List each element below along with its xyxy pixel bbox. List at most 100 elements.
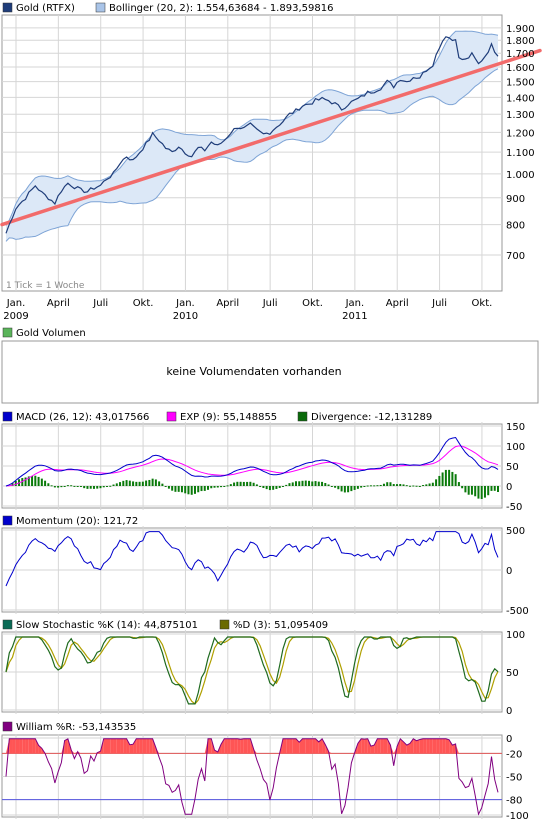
divergence-bar: [145, 481, 147, 486]
divergence-bar: [233, 483, 235, 486]
divergence-bar: [168, 486, 170, 489]
divergence-bar: [99, 486, 101, 488]
legend-swatch-bollinger: [96, 3, 105, 12]
x-tick-label: Jan.: [345, 298, 365, 309]
price-panel: 1 Tick = 1 Woche 1.9001.8001.7001.6001.5…: [2, 15, 540, 322]
divergence-bar: [370, 485, 372, 486]
divergence-bar: [217, 486, 219, 488]
william-panel: William %R: -53,143535 0-20-50-80-100: [2, 722, 529, 822]
overbought-area: [283, 739, 286, 754]
divergence-bar: [90, 486, 92, 489]
divergence-bar: [487, 486, 489, 495]
y-tick-label: 1.700: [506, 49, 535, 60]
divergence-bar: [106, 486, 108, 487]
divergence-bar: [393, 484, 395, 486]
overbought-area: [446, 739, 449, 754]
divergence-bar: [334, 486, 336, 488]
divergence-bar: [497, 486, 499, 492]
divergence-bar: [438, 476, 440, 486]
legend-swatch-william: [3, 722, 12, 731]
legend-macd: MACD (26, 12): 43,017566: [16, 412, 149, 423]
overbought-area: [19, 739, 22, 754]
overbought-area: [244, 739, 247, 754]
divergence-bar: [383, 484, 385, 486]
legend-gold: Gold (RTFX): [16, 3, 75, 14]
divergence-bar: [184, 486, 186, 493]
overbought-area: [381, 739, 384, 754]
momentum-panel: Momentum (20): 121,72 5000-500: [2, 516, 529, 617]
divergence-bar: [442, 472, 444, 486]
overbought-area: [149, 739, 152, 754]
divergence-bar: [298, 481, 300, 486]
divergence-bar: [331, 486, 333, 487]
divergence-bar: [477, 486, 479, 499]
divergence-bar: [403, 484, 405, 486]
divergence-bar: [448, 470, 450, 486]
overbought-area: [439, 739, 442, 754]
x-tick-label: Jan.: [175, 298, 195, 309]
overbought-area: [9, 739, 12, 754]
y-tick-label: 0: [506, 706, 512, 717]
price-y-axis: 1.9001.8001.7001.6001.5001.4001.3001.200…: [506, 24, 535, 262]
divergence-bar: [174, 486, 176, 492]
divergence-bar: [200, 486, 202, 491]
legend-swatch-exp: [167, 412, 176, 421]
legend-swatch-momentum: [3, 516, 12, 525]
divergence-bar: [471, 486, 473, 495]
divergence-bar: [279, 486, 281, 488]
x-tick-year: 2009: [3, 311, 28, 322]
overbought-area: [443, 739, 446, 754]
y-tick-label: 50: [506, 462, 519, 473]
legend-exp: EXP (9): 55,148855: [180, 412, 277, 423]
overbought-area: [234, 739, 237, 754]
overbought-area: [143, 739, 146, 754]
legend-momentum: Momentum (20): 121,72: [16, 516, 138, 527]
divergence-bar: [25, 477, 27, 486]
divergence-bar: [292, 482, 294, 486]
overbought-area: [237, 739, 240, 754]
divergence-bar: [412, 486, 414, 487]
divergence-bar: [142, 482, 144, 486]
x-tick-label: Okt.: [133, 298, 154, 309]
overbought-area: [430, 739, 433, 754]
divergence-bar: [360, 486, 362, 488]
overbought-area: [123, 739, 126, 754]
divergence-bar: [363, 486, 365, 487]
stochastic-y-axis: 100500: [506, 630, 525, 717]
macd-y-axis: 150100500-50: [506, 422, 525, 513]
overbought-area: [146, 739, 149, 754]
legend-stoch-k: Slow Stochastic %K (14): 44,875101: [16, 620, 198, 631]
divergence-bar: [455, 474, 457, 486]
legend-volume: Gold Volumen: [16, 328, 86, 339]
overbought-area: [120, 739, 123, 754]
overbought-area: [312, 739, 315, 754]
overbought-area: [286, 739, 289, 754]
divergence-bar: [321, 482, 323, 486]
overbought-area: [22, 739, 25, 754]
divergence-bar: [429, 483, 431, 486]
divergence-bar: [458, 482, 460, 486]
y-tick-label: -100: [506, 811, 529, 822]
divergence-bar: [246, 482, 248, 486]
divergence-bar: [494, 486, 496, 491]
legend-bollinger: Bollinger (20, 2): 1.554,63684 - 1.893,5…: [109, 3, 333, 14]
divergence-bar: [409, 486, 411, 487]
divergence-bar: [47, 483, 49, 486]
overbought-area: [140, 739, 143, 754]
y-tick-label: 1.600: [506, 63, 535, 74]
x-tick-label: April: [216, 298, 239, 309]
divergence-bar: [386, 482, 388, 486]
divergence-bar: [376, 485, 378, 486]
divergence-bar: [161, 484, 163, 486]
divergence-bar: [80, 486, 82, 487]
divergence-bar: [350, 486, 352, 491]
x-tick-label: Juli: [431, 298, 447, 309]
overbought-area: [110, 739, 113, 754]
y-tick-label: -80: [506, 796, 522, 807]
divergence-bar: [38, 477, 40, 486]
divergence-bar: [422, 485, 424, 486]
y-tick-label: -50: [506, 773, 522, 784]
divergence-bar: [347, 486, 349, 492]
overbought-area: [377, 739, 380, 754]
divergence-bar: [132, 481, 134, 486]
